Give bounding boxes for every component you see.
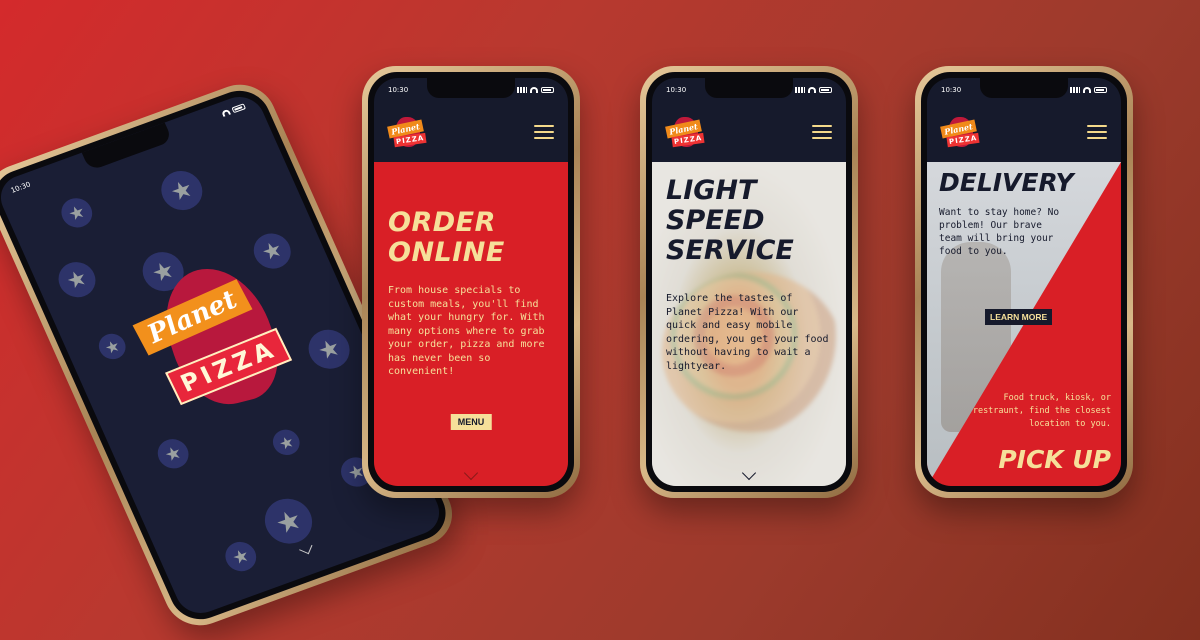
hamburger-menu-icon[interactable] (1087, 125, 1107, 139)
star-icon: ★ (52, 257, 102, 303)
phone-order-online: 10:30 Planet PIZZA ORDER ONLINE From hou… (362, 66, 580, 498)
speed-title-line1: LIGHT (666, 175, 757, 206)
battery-icon (1094, 87, 1107, 93)
signal-icon (517, 87, 527, 93)
star-icon: ★ (257, 492, 320, 551)
speed-title-line3: SERVICE (666, 235, 794, 266)
delivery-description: Want to stay home? No problem! Our brave… (939, 207, 1060, 257)
pickup-description: Food truck, kiosk, or restraunt, find th… (972, 393, 1111, 429)
order-title-line2: ONLINE (388, 237, 505, 268)
wifi-icon (530, 87, 538, 93)
notch (427, 78, 515, 98)
header-logo[interactable]: Planet PIZZA (387, 115, 428, 149)
star-icon: ★ (94, 330, 130, 363)
learn-more-button[interactable]: LEARN MORE (985, 309, 1053, 325)
status-time: 10:30 (666, 86, 687, 94)
pickup-title: PICK UP (998, 445, 1111, 474)
notch (705, 78, 793, 98)
hamburger-menu-icon[interactable] (812, 125, 832, 139)
hamburger-menu-icon[interactable] (534, 125, 554, 139)
star-icon: ★ (152, 434, 194, 473)
phone-delivery: 10:30 Planet PIZZA DELIVERY Want to stay… (915, 66, 1133, 498)
order-description: From house specials to custom meals, you… (388, 285, 545, 377)
status-time: 10:30 (388, 86, 409, 94)
header-logo[interactable]: Planet PIZZA (940, 115, 981, 149)
order-section: ORDER ONLINE From house specials to cust… (374, 162, 568, 486)
battery-icon (231, 103, 247, 114)
delivery-section: DELIVERY Want to stay home? No problem! … (927, 162, 1121, 486)
menu-button[interactable]: MENU (450, 414, 492, 430)
speed-title: LIGHT SPEED SERVICE (666, 176, 794, 266)
delivery-screen: 10:30 Planet PIZZA DELIVERY Want to stay… (927, 78, 1121, 486)
speed-section: LIGHT SPEED SERVICE Explore the tastes o… (652, 162, 846, 486)
battery-icon (819, 87, 832, 93)
chevron-down-icon[interactable] (299, 541, 313, 555)
app-header: Planet PIZZA (374, 102, 568, 162)
notch (980, 78, 1068, 98)
signal-icon (1070, 87, 1080, 93)
star-icon: ★ (220, 537, 262, 576)
speed-description: Explore the tastes of Planet Pizza! With… (666, 293, 829, 372)
app-header: Planet PIZZA (927, 102, 1121, 162)
signal-icon (795, 87, 805, 93)
star-icon: ★ (56, 194, 98, 232)
wifi-icon (808, 87, 816, 93)
order-title-line1: ORDER (388, 207, 496, 238)
phone-light-speed: 10:30 Planet PIZZA LIGHT SPEED SERVICE E… (640, 66, 858, 498)
star-icon: ★ (154, 165, 209, 216)
wifi-icon (221, 108, 232, 117)
order-title: ORDER ONLINE (388, 208, 554, 268)
app-header: Planet PIZZA (652, 102, 846, 162)
wifi-icon (1083, 87, 1091, 93)
battery-icon (541, 87, 554, 93)
status-time: 10:30 (9, 180, 32, 195)
speed-title-line2: SPEED (666, 205, 765, 236)
order-screen: 10:30 Planet PIZZA ORDER ONLINE From hou… (374, 78, 568, 486)
speed-screen: 10:30 Planet PIZZA LIGHT SPEED SERVICE E… (652, 78, 846, 486)
delivery-title: DELIVERY (939, 168, 1074, 197)
star-icon: ★ (268, 426, 304, 459)
header-logo[interactable]: Planet PIZZA (665, 115, 706, 149)
status-time: 10:30 (941, 86, 962, 94)
chevron-down-icon[interactable] (463, 465, 479, 481)
